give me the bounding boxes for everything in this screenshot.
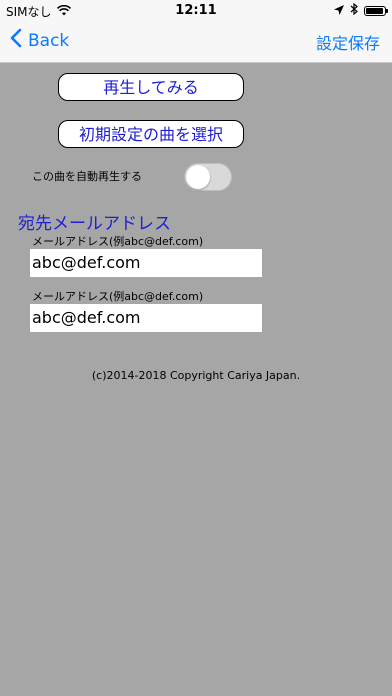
select-song-button[interactable]: 初期設定の曲を選択 [58,120,244,148]
email-label-1: メールアドレス(例abc@def.com) [32,235,204,248]
copyright-text: (c)2014-2018 Copyright Cariya Japan. [91,369,301,382]
toggle-knob [186,165,210,189]
autoplay-label: この曲を自動再生する [32,170,142,183]
status-bar: SIMなし 12:11 [0,0,392,20]
autoplay-toggle[interactable] [184,163,232,191]
location-arrow-icon [334,4,344,18]
recipients-title: 宛先メールアドレス [18,214,171,234]
back-label: Back [28,30,70,51]
status-right [334,2,388,18]
save-settings-button[interactable]: 設定保存 [316,30,380,54]
email-label-2: メールアドレス(例abc@def.com) [32,290,204,303]
email-field-1[interactable]: abc@def.com [30,249,262,277]
battery-fill [366,7,384,14]
back-button[interactable]: Back [10,28,69,53]
chevron-left-icon [10,28,22,53]
play-button[interactable]: 再生してみる [58,73,244,101]
email-field-2[interactable]: abc@def.com [30,304,262,332]
navigation-bar: Back 設定保存 [0,20,392,63]
battery-icon [364,5,388,16]
bluetooth-icon [350,2,358,18]
